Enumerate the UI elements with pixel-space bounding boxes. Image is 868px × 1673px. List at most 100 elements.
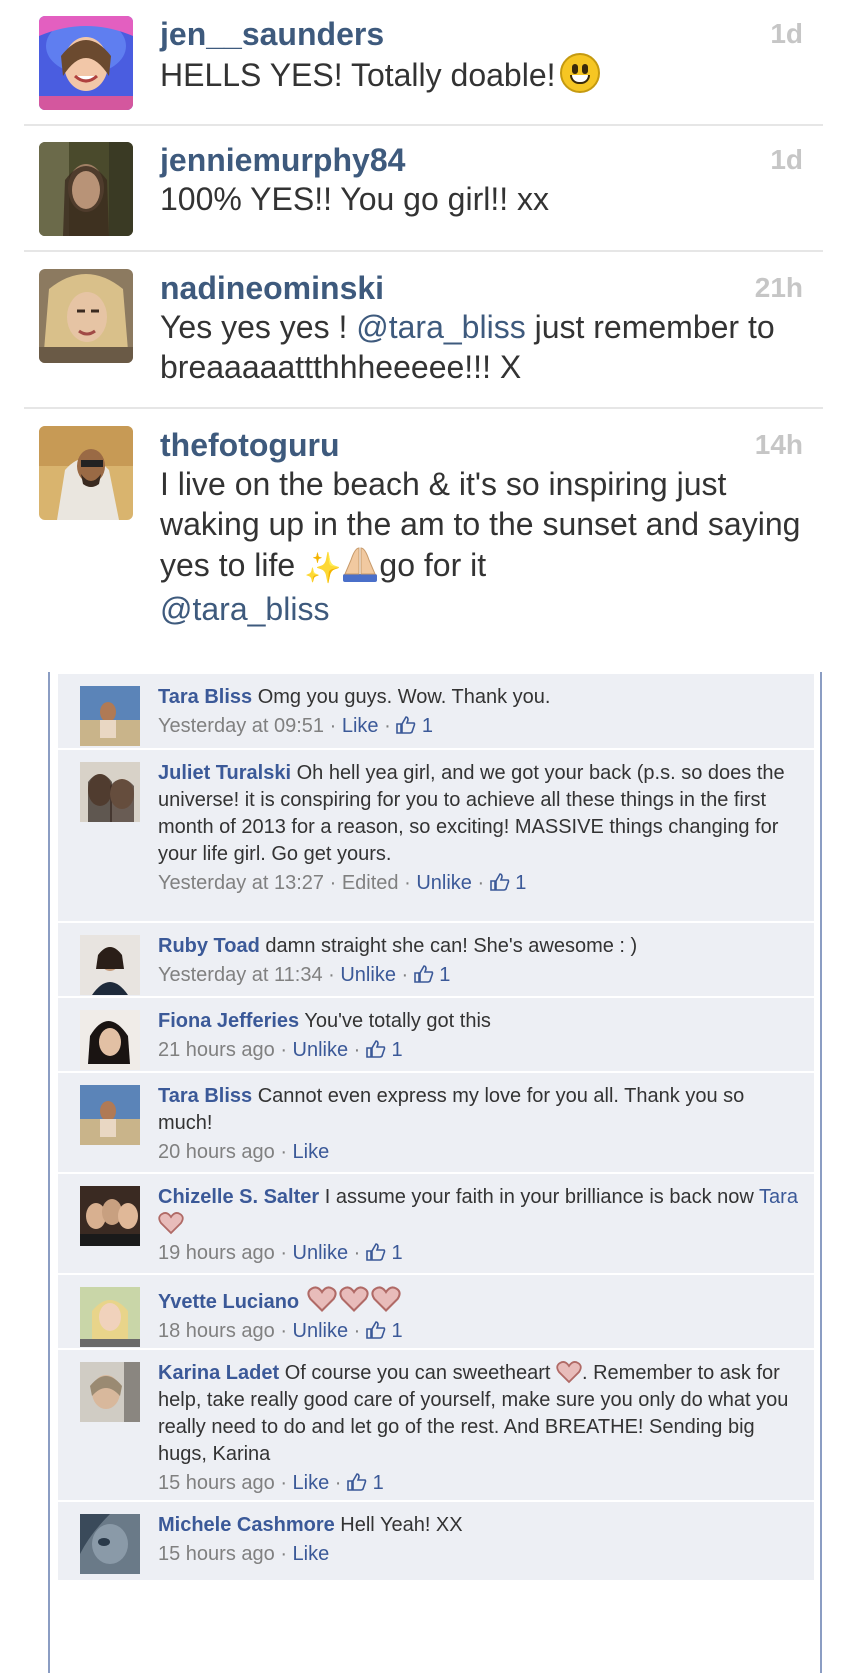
heart-icon	[158, 1212, 184, 1235]
avatar[interactable]	[80, 1362, 140, 1422]
fb-comment: Michele Cashmore Hell Yeah! XX 15 hours …	[58, 1500, 814, 1580]
avatar[interactable]	[80, 1514, 140, 1574]
like-count[interactable]: 1	[489, 872, 526, 894]
comment-meta: 18 hours ago · Unlike · 1	[158, 1317, 804, 1345]
avatar[interactable]	[80, 1287, 140, 1347]
like-link[interactable]: Like	[293, 1141, 330, 1163]
comment-body: Chizelle S. Salter I assume your faith i…	[158, 1184, 804, 1238]
comment-meta: 15 hours ago · Like	[158, 1540, 804, 1568]
comment-username[interactable]: thefotoguru	[160, 426, 803, 464]
commenter-name[interactable]: Chizelle S. Salter	[158, 1186, 319, 1208]
like-link[interactable]: Like	[342, 715, 379, 737]
like-count[interactable]: 1	[366, 1320, 403, 1342]
separator: ·	[324, 872, 342, 894]
like-count[interactable]: 1	[366, 1242, 403, 1264]
comment-username[interactable]: nadineominski	[160, 269, 803, 307]
comment-timestamp: Yesterday at 09:51	[158, 715, 325, 737]
commenter-name[interactable]: Tara Bliss	[158, 686, 252, 708]
avatar[interactable]	[80, 686, 140, 746]
unlike-link[interactable]: Unlike	[293, 1320, 349, 1342]
comment-timestamp: 14h	[754, 429, 803, 460]
tagged-name-link[interactable]: Tara	[759, 1186, 798, 1208]
sparkles-emoji: ✨	[304, 552, 342, 585]
comment-text: Yes yes yes ! @tara_bliss just remember …	[160, 307, 803, 387]
avatar[interactable]	[39, 269, 133, 363]
mention-link[interactable]: @tara_bliss	[160, 591, 329, 627]
separator: ·	[471, 872, 490, 894]
unlike-link[interactable]: Unlike	[293, 1039, 349, 1061]
fb-comment: Yvette Luciano 18 hours ago · Unlike · 1	[58, 1273, 814, 1348]
commenter-name[interactable]: Juliet Turalski	[158, 762, 291, 784]
unlike-link[interactable]: Unlike	[293, 1242, 349, 1264]
ig-comment: jen__saunders 1d HELLS YES! Totally doab…	[24, 0, 823, 126]
fb-comment: Karina Ladet Of course you can sweethear…	[58, 1348, 814, 1500]
comment-body: Karina Ladet Of course you can sweethear…	[158, 1360, 804, 1468]
like-link[interactable]: Like	[293, 1543, 330, 1565]
fb-comment: Tara Bliss Omg you guys. Wow. Thank you.…	[58, 672, 814, 748]
avatar[interactable]	[39, 16, 133, 110]
commenter-name[interactable]: Michele Cashmore	[158, 1514, 335, 1536]
comment-text-body: Yes yes yes !	[160, 309, 357, 345]
separator: ·	[274, 1242, 293, 1264]
avatar[interactable]	[80, 1186, 140, 1246]
separator: ·	[274, 1039, 293, 1061]
separator: ·	[348, 1039, 366, 1061]
heart-icon	[371, 1286, 401, 1313]
comment-body: Tara Bliss Cannot even express my love f…	[158, 1083, 804, 1137]
avatar[interactable]	[80, 762, 140, 822]
like-count[interactable]: 1	[396, 715, 433, 737]
comment-meta: 20 hours ago · Like	[158, 1138, 804, 1166]
comment-text-body: HELLS YES! Totally doable!	[160, 57, 556, 93]
comment-timestamp: 18 hours ago	[158, 1320, 275, 1342]
thumbs-up-icon	[489, 873, 510, 891]
avatar[interactable]	[39, 142, 133, 236]
comment-meta: Yesterday at 11:34 · Unlike · 1	[158, 961, 804, 989]
comment-body: Tara Bliss Omg you guys. Wow. Thank you.	[158, 684, 804, 711]
comment-timestamp: 19 hours ago	[158, 1242, 275, 1264]
praying-hands-emoji	[343, 547, 378, 582]
comment-username[interactable]: jenniemurphy84	[160, 141, 803, 179]
smile-emoji	[559, 53, 600, 93]
like-count[interactable]: 1	[413, 964, 450, 986]
fb-comment: Chizelle S. Salter I assume your faith i…	[58, 1172, 814, 1273]
comment-meta: 19 hours ago · Unlike · 1	[158, 1239, 804, 1267]
like-link[interactable]: Like	[293, 1472, 330, 1494]
separator: ·	[274, 1543, 293, 1565]
unlike-link[interactable]: Unlike	[340, 964, 396, 986]
like-count-value: 1	[391, 1039, 403, 1061]
comment-text: damn straight she can! She's awesome : )	[265, 935, 638, 957]
commenter-name[interactable]: Tara Bliss	[158, 1085, 252, 1107]
unlike-link[interactable]: Unlike	[416, 872, 472, 894]
like-count[interactable]: 1	[347, 1472, 384, 1494]
avatar[interactable]	[80, 935, 140, 995]
fb-comment: Fiona Jefferies You've totally got this …	[58, 996, 814, 1071]
ig-comment: thefotoguru 14h I live on the beach & it…	[24, 409, 823, 644]
separator: ·	[274, 1141, 293, 1163]
comment-timestamp: Yesterday at 13:27	[158, 872, 325, 894]
commenter-name[interactable]: Ruby Toad	[158, 935, 260, 957]
comment-body: Michele Cashmore Hell Yeah! XX	[158, 1512, 804, 1539]
avatar[interactable]	[39, 426, 133, 520]
separator: ·	[274, 1472, 293, 1494]
commenter-name[interactable]: Fiona Jefferies	[158, 1010, 299, 1032]
separator: ·	[322, 964, 341, 986]
separator: ·	[348, 1242, 366, 1264]
separator: ·	[324, 715, 342, 737]
commenter-name[interactable]: Karina Ladet	[158, 1362, 279, 1384]
comment-username[interactable]: jen__saunders	[160, 15, 803, 53]
avatar[interactable]	[80, 1085, 140, 1145]
comment-body: Juliet Turalski Oh hell yea girl, and we…	[158, 760, 804, 868]
avatar[interactable]	[80, 1010, 140, 1070]
comment-text-body: go for it	[379, 547, 487, 583]
comment-text: 100% YES!! You go girl!! xx	[160, 181, 549, 217]
like-count[interactable]: 1	[366, 1039, 403, 1061]
thumbs-up-icon	[366, 1040, 386, 1058]
separator: ·	[329, 1472, 348, 1494]
mention-link[interactable]: @tara_bliss	[356, 309, 525, 345]
ig-comment: jenniemurphy84 1d 100% YES!! You go girl…	[24, 126, 823, 252]
commenter-name[interactable]: Yvette Luciano	[158, 1291, 299, 1313]
comment-timestamp: 1d	[770, 18, 803, 49]
ig-comment: nadineominski 21h Yes yes yes ! @tara_bl…	[24, 252, 823, 409]
comment-body: Fiona Jefferies You've totally got this	[158, 1008, 804, 1035]
thumbs-up-icon	[413, 965, 434, 983]
